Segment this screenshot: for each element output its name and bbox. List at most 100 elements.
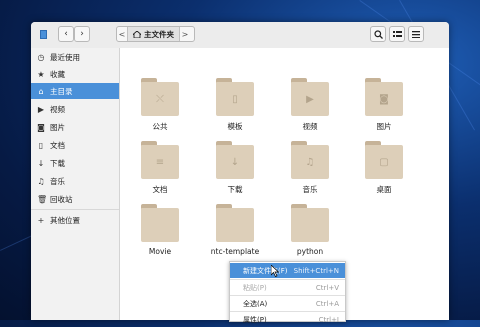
folder-item[interactable]: ♫ 音乐	[280, 141, 340, 201]
folder-label: 模板	[227, 122, 243, 131]
search-button[interactable]	[370, 26, 386, 42]
breadcrumb-next[interactable]: >	[180, 30, 190, 39]
forward-button[interactable]: ›	[74, 26, 90, 42]
folder-item[interactable]: ◙ 图片	[354, 78, 414, 138]
video-icon: ▶	[37, 104, 45, 114]
home-icon	[133, 30, 141, 38]
folder-icon: ▶	[291, 78, 329, 116]
share-icon: ⤬	[156, 93, 164, 105]
mouse-cursor-icon	[271, 265, 279, 277]
sidebar-item-trash[interactable]: 🗑 回收站	[31, 191, 119, 207]
sidebar-item-home[interactable]: ⌂ 主目录	[31, 83, 119, 99]
folder-icon	[291, 204, 329, 242]
menu-item-new-folder[interactable]: 新建文件夹(F) Shift+Ctrl+N	[230, 263, 345, 278]
template-icon: ▯	[232, 93, 238, 105]
sidebar-item-label: 回收站	[50, 194, 73, 204]
folder-icon: ♫	[291, 141, 329, 179]
sidebar-item-label: 其他位置	[50, 215, 80, 225]
folder-icon: ◙	[365, 78, 403, 116]
music-icon: ♫	[37, 176, 45, 186]
menu-item-shortcut: Ctrl+A	[315, 299, 339, 308]
menu-item-label: 粘贴(P)	[243, 283, 267, 292]
sidebar: ◷ 最近使用 ★ 收藏 ⌂ 主目录 ▶ 视频 ◙ 图片 ▯ 文档 ↓ 下载 ♫	[31, 48, 120, 320]
folder-item[interactable]: ↓ 下载	[205, 141, 265, 201]
camera-icon: ◙	[379, 93, 389, 105]
breadcrumb-home-label: 主文件夹	[144, 29, 174, 39]
sidebar-item-documents[interactable]: ▯ 文档	[31, 137, 119, 153]
folder-label: 下载	[227, 185, 243, 194]
breadcrumb-prev[interactable]: <	[117, 30, 127, 39]
folder-label: 公共	[152, 122, 168, 131]
sidebar-item-starred[interactable]: ★ 收藏	[31, 66, 119, 82]
search-icon	[373, 29, 383, 39]
sidebar-item-label: 最近使用	[50, 52, 80, 62]
folder-label: Movie	[148, 247, 172, 256]
breadcrumb-home[interactable]: 主文件夹	[127, 27, 180, 41]
breadcrumb: < 主文件夹 >	[116, 26, 195, 42]
document-icon: ≡	[155, 156, 165, 168]
sidebar-item-label: 图片	[50, 122, 65, 132]
hamburger-menu-icon	[412, 30, 420, 38]
sidebar-item-recent[interactable]: ◷ 最近使用	[31, 49, 119, 65]
video-icon: ▶	[306, 93, 314, 105]
sidebar-item-music[interactable]: ♫ 音乐	[31, 173, 119, 189]
sidebar-item-label: 视频	[50, 104, 65, 114]
sidebar-item-label: 下载	[50, 158, 65, 168]
plus-icon: +	[37, 215, 45, 225]
folder-label: 视频	[302, 122, 318, 131]
app-indicator	[36, 26, 50, 42]
file-icon	[39, 29, 47, 39]
folder-icon	[216, 204, 254, 242]
folder-item[interactable]: Movie	[130, 204, 190, 264]
folder-label: 文档	[152, 185, 168, 194]
back-button[interactable]: ‹	[58, 26, 74, 42]
folder-icon: ⤬	[141, 78, 179, 116]
menu-item-shortcut: Ctrl+V	[315, 283, 339, 292]
folder-label: 音乐	[302, 185, 318, 194]
folder-item[interactable]: ▯ 模板	[205, 78, 265, 138]
music-icon: ♫	[305, 156, 315, 168]
header-bar: ‹ › < 主文件夹 >	[31, 22, 449, 49]
folder-label: 桌面	[376, 185, 392, 194]
folder-item[interactable]: ⤬ 公共	[130, 78, 190, 138]
folder-icon: ▯	[216, 78, 254, 116]
view-toggle-button[interactable]	[389, 26, 405, 42]
menu-item-shortcut: Shift+Ctrl+N	[293, 266, 339, 275]
folder-item[interactable]: ▢ 桌面	[354, 141, 414, 201]
sidebar-item-videos[interactable]: ▶ 视频	[31, 101, 119, 117]
document-icon: ▯	[38, 140, 44, 150]
folder-icon: ▢	[365, 141, 403, 179]
menu-button[interactable]	[408, 26, 424, 42]
menu-item-label: 全选(A)	[243, 299, 268, 308]
download-icon: ↓	[37, 158, 45, 168]
sidebar-item-pictures[interactable]: ◙ 图片	[31, 119, 119, 135]
folder-icon	[141, 204, 179, 242]
home-icon: ⌂	[38, 86, 44, 96]
sidebar-item-other-locations[interactable]: + 其他位置	[31, 212, 119, 228]
menu-item-paste[interactable]: 粘贴(P) Ctrl+V	[230, 280, 345, 295]
camera-icon: ◙	[37, 122, 45, 132]
star-icon: ★	[37, 69, 45, 79]
chevron-right-icon: ›	[80, 29, 84, 39]
sidebar-item-label: 收藏	[50, 69, 65, 79]
menu-item-select-all[interactable]: 全选(A) Ctrl+A	[230, 296, 345, 311]
folder-item[interactable]: ≡ 文档	[130, 141, 190, 201]
folder-label: ntc-template	[210, 247, 260, 256]
menu-item-label: 新建文件夹(F)	[243, 266, 288, 275]
sidebar-item-label: 主目录	[50, 86, 73, 96]
download-icon: ↓	[230, 156, 240, 168]
folder-item[interactable]: ntc-template	[205, 204, 265, 264]
sidebar-item-label: 音乐	[50, 176, 65, 186]
trash-icon: 🗑	[37, 194, 48, 204]
clock-icon: ◷	[37, 52, 45, 62]
context-menu: 新建文件夹(F) Shift+Ctrl+N 粘贴(P) Ctrl+V 全选(A)…	[229, 261, 346, 324]
sidebar-item-label: 文档	[50, 140, 65, 150]
desktop-icon: ▢	[379, 156, 389, 168]
list-view-icon	[392, 30, 402, 37]
folder-icon: ≡	[141, 141, 179, 179]
folder-label: python	[296, 247, 324, 256]
folder-label: 图片	[376, 122, 392, 131]
sidebar-item-downloads[interactable]: ↓ 下载	[31, 155, 119, 171]
folder-item[interactable]: python	[280, 204, 340, 264]
folder-item[interactable]: ▶ 视频	[280, 78, 340, 138]
